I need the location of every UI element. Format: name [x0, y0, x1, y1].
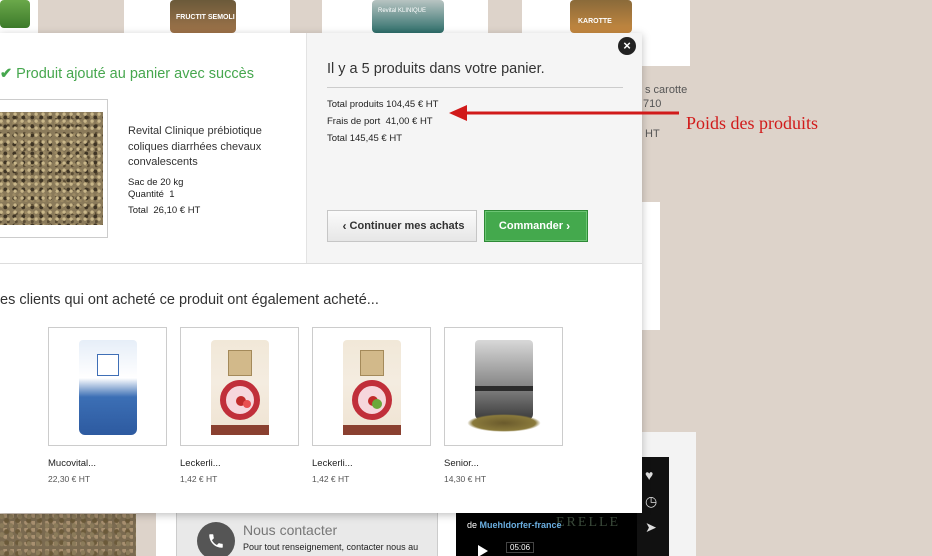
order-button[interactable]: Commander › [484, 210, 588, 242]
shipping-value: 41,00 € HT [385, 116, 433, 127]
success-message-text: Produit ajouté au panier avec succès [16, 66, 254, 82]
cross-sell-price: 1,42 € HT [180, 474, 218, 484]
added-product-image [0, 99, 108, 238]
video-channel-link[interactable]: Muehldorfer-france [480, 520, 562, 530]
quantity-value: 1 [169, 189, 175, 200]
chevron-left-icon: ‹ [342, 219, 347, 233]
total-value: 26,10 € HT [153, 205, 201, 216]
added-product-panel: ✔ Produit ajouté au panier avec succès Re… [0, 33, 306, 263]
cross-sell-price: 22,30 € HT [48, 474, 91, 484]
added-product-size: Sac de 20 kg [128, 177, 184, 188]
contact-box: Nous contacter Pour tout renseignement, … [176, 512, 438, 556]
bg-product-label: KAROTTE [578, 18, 612, 25]
cross-sell-item[interactable]: Leckerli... 1,42 € HT [180, 327, 300, 484]
bg-product-card[interactable]: Revital KLINIQUE [322, 0, 488, 33]
cart-total-label: Total [327, 133, 348, 144]
total-products-value: 104,45 € HT [386, 99, 439, 110]
cross-sell-item[interactable]: Leckerli... 1,42 € HT [312, 327, 432, 484]
cross-sell-name[interactable]: Leckerli... [180, 458, 300, 469]
heart-icon[interactable]: ♥ [645, 467, 653, 483]
total-label: Total [128, 205, 149, 216]
cross-sell-image[interactable] [312, 327, 431, 446]
annotation-arrow-icon [449, 105, 679, 121]
bg-product-text: HT [645, 128, 660, 140]
bg-content-panel [642, 202, 660, 330]
cross-sell-image[interactable] [444, 327, 563, 446]
cart-total-value: 145,45 € HT [349, 133, 403, 144]
bg-product-image: FRUCTIT SEMOLI [170, 0, 236, 33]
annotation-text: Poids des produits [686, 113, 819, 133]
bg-feed-image [0, 514, 136, 556]
share-icon[interactable]: ➤ [645, 519, 657, 536]
bg-product-image [0, 0, 30, 28]
cart-divider [327, 87, 623, 88]
bg-product-text: s carotte [645, 84, 688, 96]
bg-product-image: KAROTTE [570, 0, 632, 33]
video-watermark: ERELLE [556, 515, 621, 530]
success-message: ✔ Produit ajouté au panier avec succès [0, 66, 254, 82]
added-product-quantity: Quantité 1 [128, 189, 175, 200]
cross-sell-name[interactable]: Leckerli... [312, 458, 432, 469]
video-timestamp: 05:06 [506, 542, 535, 553]
modal-divider [0, 263, 642, 264]
contact-text: Pour tout renseignement, contacter nous … [243, 542, 419, 552]
play-icon[interactable] [478, 545, 488, 556]
cross-sell-item[interactable]: Mucovital... 22,30 € HT [48, 327, 168, 484]
cross-sell-image[interactable] [180, 327, 299, 446]
cart-total: Total 145,45 € HT [327, 133, 402, 144]
close-icon[interactable]: × [618, 37, 636, 55]
cart-shipping: Frais de port 41,00 € HT [327, 116, 433, 127]
continue-shopping-button[interactable]: ‹ Continuer mes achats [327, 210, 477, 242]
total-products-label: Total produits [327, 99, 384, 110]
bg-product-label: Revital KLINIQUE [378, 8, 427, 14]
video-by: de [467, 520, 478, 530]
cross-sell-image[interactable] [48, 327, 167, 446]
continue-shopping-label: Continuer mes achats [349, 220, 465, 232]
bg-product-image: Revital KLINIQUE [372, 0, 444, 33]
cart-summary-panel: Il y a 5 produits dans votre panier. Tot… [306, 33, 642, 263]
bg-product-card[interactable]: FRUCTIT SEMOLI [124, 0, 290, 33]
shipping-label: Frais de port [327, 116, 381, 127]
bg-product-label: FRUCTIT SEMOLI [176, 14, 235, 21]
cart-total-products: Total produits 104,45 € HT [327, 99, 438, 110]
cross-sell-price: 1,42 € HT [312, 474, 350, 484]
cross-sell-name[interactable]: Senior... [444, 458, 564, 469]
cross-sell-item[interactable]: Senior... 14,30 € HT [444, 327, 564, 484]
cart-heading: Il y a 5 produits dans votre panier. [327, 61, 545, 77]
check-icon: ✔ [0, 66, 13, 82]
cross-sell-name[interactable]: Mucovital... [48, 458, 168, 469]
order-label: Commander [498, 220, 564, 232]
added-product-name: Revital Clinique prébiotique coliques di… [128, 125, 262, 168]
clock-icon[interactable]: ◷ [645, 493, 657, 510]
bg-product-card[interactable] [0, 0, 38, 33]
cross-sell-price: 14,30 € HT [444, 474, 487, 484]
chevron-right-icon: › [566, 219, 571, 233]
added-product-total: Total 26,10 € HT [128, 205, 200, 216]
quantity-label: Quantité [128, 189, 164, 200]
cross-sell-title: es clients qui ont acheté ce produit ont… [0, 292, 379, 308]
phone-icon[interactable] [197, 522, 235, 556]
contact-title: Nous contacter [243, 522, 338, 538]
video-caption: de Muehldorfer-france [467, 520, 562, 530]
